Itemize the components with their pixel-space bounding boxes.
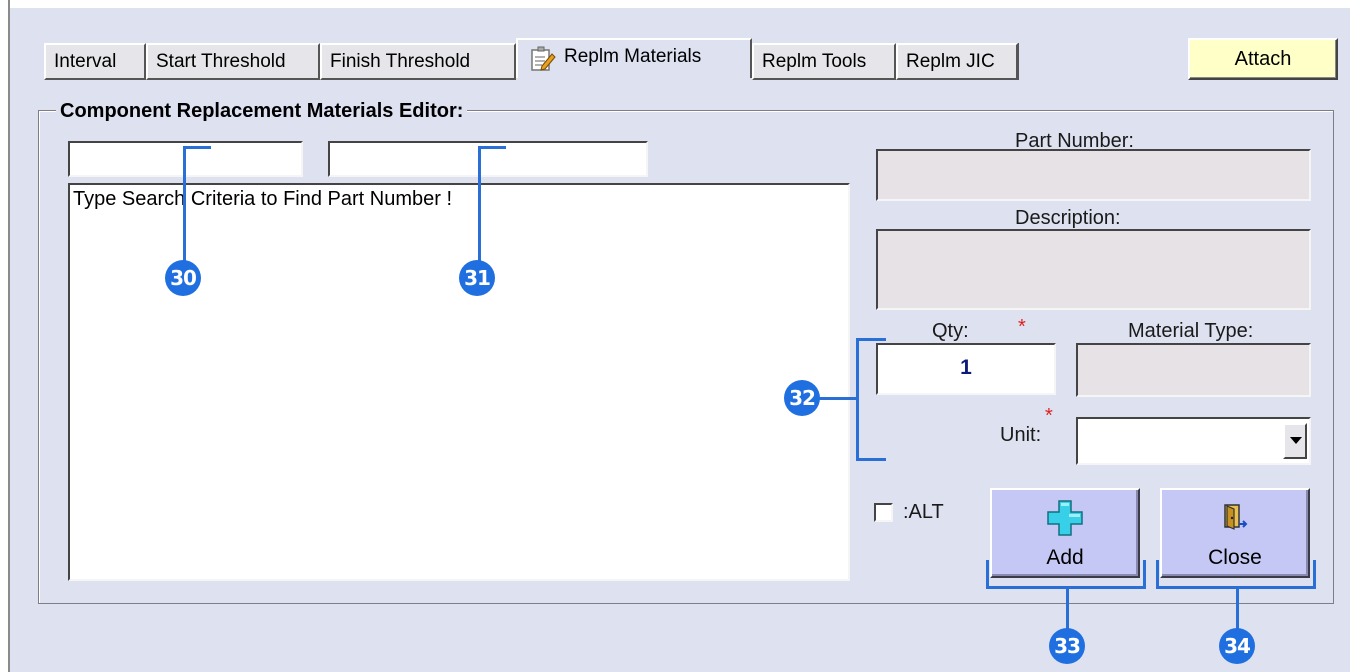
edit-document-icon xyxy=(530,46,556,83)
callout-30-connector xyxy=(183,146,211,149)
description-field[interactable] xyxy=(876,229,1311,310)
tab-replm-jic-label: Replm JIC xyxy=(906,51,995,72)
tab-replm-tools-label: Replm Tools xyxy=(762,51,867,72)
unit-select[interactable] xyxy=(1076,417,1311,465)
tab-start-threshold-label: Start Threshold xyxy=(156,51,286,72)
add-button[interactable]: Add xyxy=(990,488,1140,578)
callout-34-badge: 34 xyxy=(1219,628,1255,664)
tab-interval-label: Interval xyxy=(54,51,117,72)
callout-31-line xyxy=(478,146,481,264)
callout-31-connector xyxy=(478,146,506,149)
callout-32-bracket-top xyxy=(856,338,886,341)
editor-title: Component Replacement Materials Editor: xyxy=(56,100,468,122)
tab-start-threshold[interactable]: Start Threshold xyxy=(146,43,320,80)
tab-replm-materials-label: Replm Materials xyxy=(564,46,702,67)
callout-30-badge: 30 xyxy=(165,260,201,296)
material-type-label: Material Type: xyxy=(1128,320,1254,342)
description-label: Description: xyxy=(1015,207,1121,229)
qty-label: Qty: xyxy=(932,320,969,342)
close-button[interactable]: Close xyxy=(1160,488,1310,578)
alt-label: :ALT xyxy=(903,501,944,523)
exit-door-icon xyxy=(1222,502,1248,537)
callout-32-badge: 32 xyxy=(784,380,820,416)
callout-33-bracket-right xyxy=(1143,560,1146,589)
tab-finish-threshold[interactable]: Finish Threshold xyxy=(320,43,516,80)
chevron-down-icon[interactable] xyxy=(1283,423,1307,459)
callout-33-badge: 33 xyxy=(1049,628,1085,664)
attach-button-label: Attach xyxy=(1234,48,1292,70)
tab-replm-tools[interactable]: Replm Tools xyxy=(752,43,896,80)
callout-33-line xyxy=(1066,586,1069,634)
unit-required-marker: * xyxy=(1045,405,1053,427)
tab-replm-materials[interactable]: Replm Materials xyxy=(516,38,752,78)
part-number-field[interactable] xyxy=(876,149,1311,201)
unit-label: Unit: xyxy=(1000,424,1042,446)
material-type-field[interactable] xyxy=(1076,343,1311,397)
callout-32-bracket-bottom xyxy=(856,458,886,461)
tab-strip-filler xyxy=(1018,43,1188,80)
materials-editor-window: Interval Start Threshold Finish Threshol… xyxy=(0,0,1350,672)
close-button-label: Close xyxy=(1208,546,1262,569)
qty-value: 1 xyxy=(960,356,972,379)
callout-34-bracket-right xyxy=(1313,560,1316,589)
callout-30-line xyxy=(183,146,186,264)
qty-required-marker: * xyxy=(1018,316,1026,338)
tab-finish-threshold-label: Finish Threshold xyxy=(330,51,471,72)
callout-34-line xyxy=(1236,586,1239,634)
plus-icon xyxy=(1045,498,1085,543)
add-button-label: Add xyxy=(1046,546,1084,569)
alt-checkbox[interactable] xyxy=(874,503,893,522)
tab-interval[interactable]: Interval xyxy=(44,43,146,80)
qty-input[interactable]: 1 xyxy=(876,343,1056,395)
callout-33-bracket-left xyxy=(986,560,989,589)
tab-replm-jic[interactable]: Replm JIC xyxy=(896,43,1018,80)
search-hint-text: Type Search Criteria to Find Part Number… xyxy=(73,188,453,210)
callout-32-connector xyxy=(818,397,858,400)
attach-button[interactable]: Attach xyxy=(1188,38,1338,80)
callout-31-badge: 31 xyxy=(459,260,495,296)
callout-34-bracket-left xyxy=(1156,560,1159,589)
